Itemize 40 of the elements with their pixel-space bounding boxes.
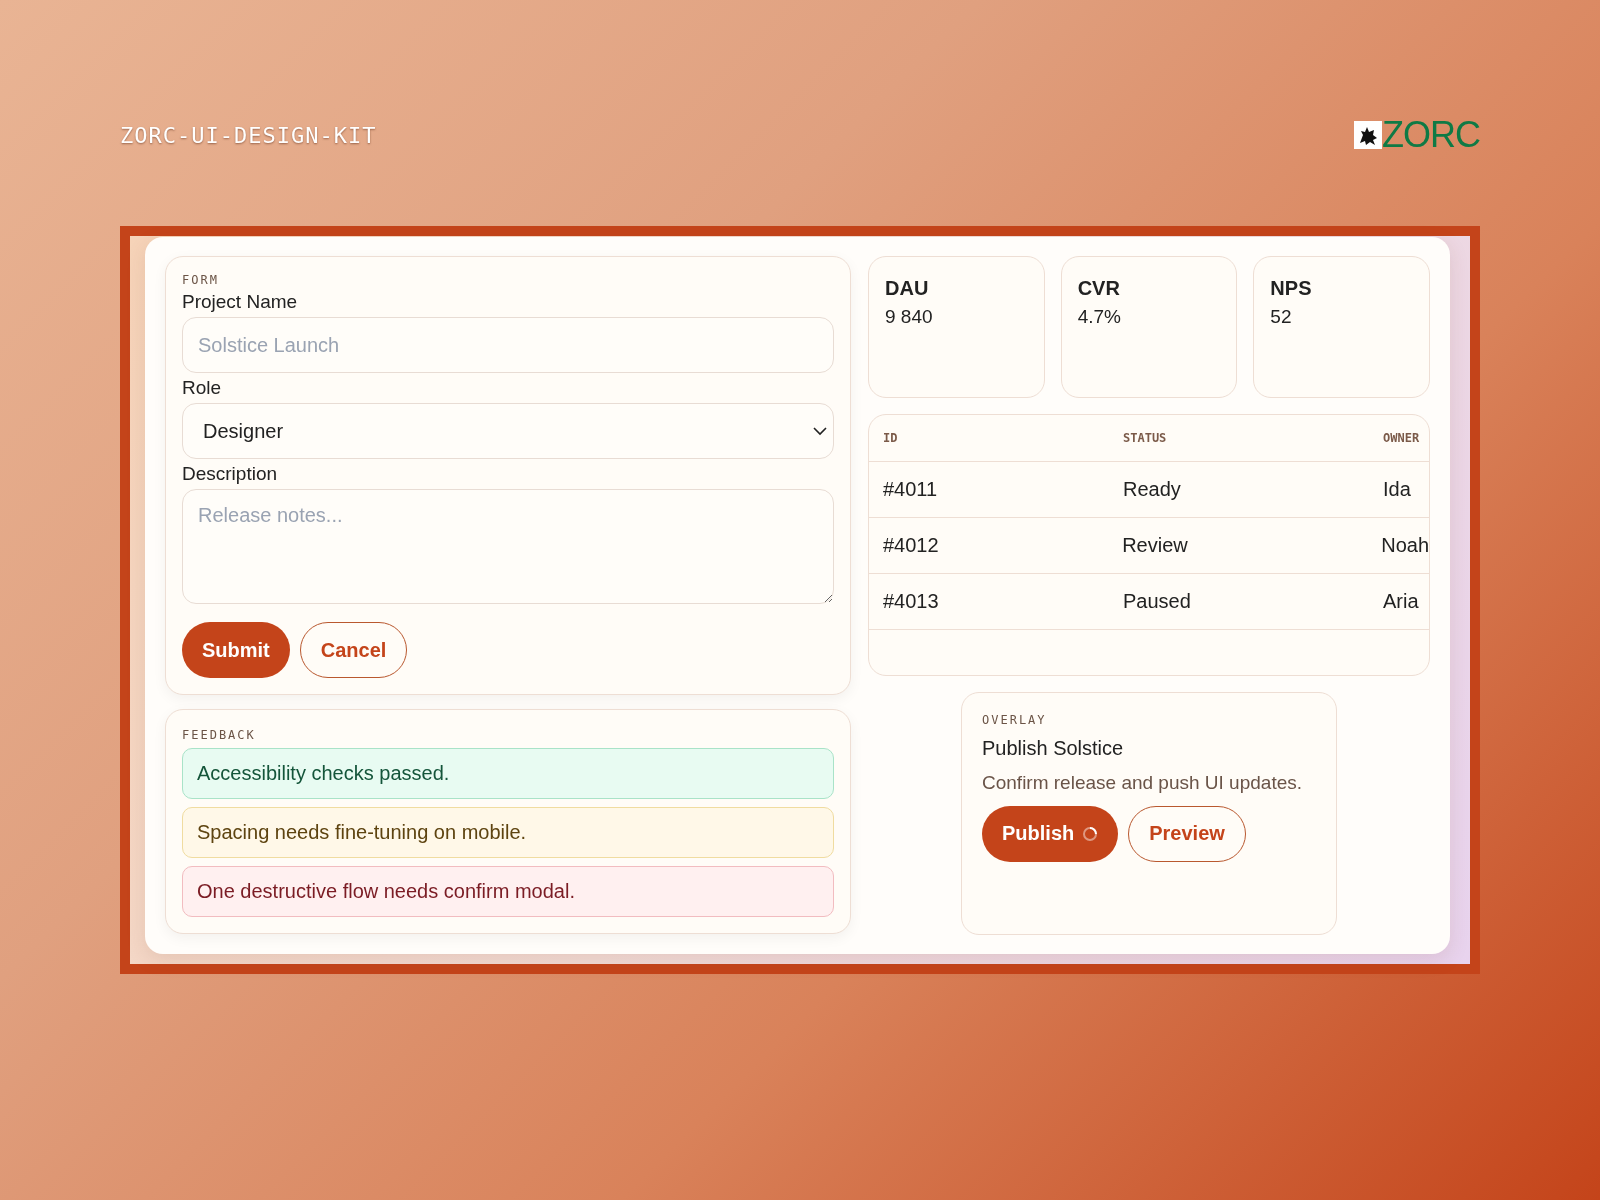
table-cell-text: #4011 [883,478,939,501]
feedback-message: Spacing needs fine-tuning on mobile. [182,807,834,858]
metric-label: NPS [1270,277,1313,300]
overlay-title: Publish Solstice [982,736,1125,760]
field-label: Description [182,463,279,485]
table-cell-text: #4013 [883,590,940,613]
column-header: OWNER [1383,431,1420,445]
table-cell: Noah [1381,534,1429,557]
select-field[interactable]: Designer [182,403,834,459]
spinner-icon [1082,825,1099,842]
field-label: Role [182,377,223,399]
section-label: FORM [182,273,220,287]
kit-title: ZORC-UI-DESIGN-KIT [120,122,377,148]
chevron-down-icon [813,426,827,436]
column-header: ID [883,431,899,445]
section-label: FEEDBACK [182,728,257,742]
table-cell-text: #4012 [883,534,940,557]
feedback-message: Accessibility checks passed. [182,748,834,799]
secondary-button[interactable]: Cancel [299,622,408,678]
metric-value: 4.7% [1077,306,1122,328]
feedback-message: One destructive flow needs confirm modal. [182,866,834,917]
overlay-text: Confirm release and push UI updates. [982,771,1303,794]
primary-button[interactable]: Publish [982,805,1119,862]
textarea-field[interactable]: Release notes... [182,489,834,604]
section-label: OVERLAY [982,712,1048,727]
field-label: Project Name [182,291,299,313]
table-cell-text: Paused [1123,590,1192,613]
text-field[interactable]: Solstice Launch [182,317,834,373]
column-header: STATUS [1123,431,1168,445]
table-cell: Aria [1383,590,1419,613]
metric-label: DAU [885,277,930,300]
table-cell-text: Ready [1123,478,1182,501]
metric-value: 52 [1270,306,1293,328]
metric-value: 9 840 [885,306,934,328]
primary-button[interactable]: Submit [182,622,290,678]
secondary-button[interactable]: Preview [1128,805,1246,862]
table-cell: Ida [1383,478,1411,501]
zorc-logo: ZORC [1354,117,1480,153]
table-cell-text: Review [1122,534,1189,557]
metric-label: CVR [1077,277,1121,300]
